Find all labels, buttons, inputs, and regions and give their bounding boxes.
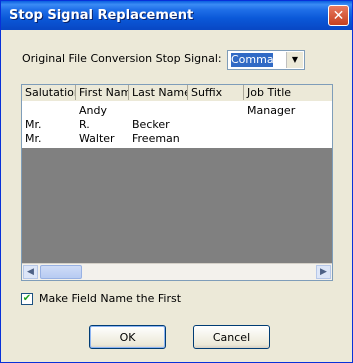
cell-job-title [244, 118, 332, 131]
chevron-left-icon: ◀ [27, 267, 34, 277]
dropdown-button[interactable]: ▼ [286, 52, 303, 68]
cell-first-name: Andy [79, 104, 107, 117]
cell-first-name: Walter [79, 132, 115, 145]
chevron-right-icon: ▶ [320, 267, 327, 277]
ok-button[interactable]: OK [89, 325, 166, 349]
column-header-salutation[interactable]: Salutation [22, 85, 76, 100]
stop-signal-dropdown[interactable]: Comma ▼ [227, 50, 305, 70]
column-header-last-name[interactable]: Last Name [129, 85, 188, 100]
cell-last-name [129, 104, 188, 117]
cell-suffix [188, 104, 244, 117]
close-icon: ✕ [332, 7, 345, 24]
cell-last-name: Becker [132, 118, 170, 131]
check-mark-icon: ✔ [22, 293, 32, 304]
scroll-left-button[interactable]: ◀ [23, 265, 38, 279]
scrollbar-thumb[interactable] [40, 265, 82, 279]
table-header: Salutation First Name Last Name Suffix J… [22, 85, 332, 102]
table-row[interactable]: Andy Manager [22, 104, 332, 117]
cell-suffix [188, 132, 244, 145]
cell-last-name: Freeman [132, 132, 180, 145]
cell-salutation: Mr. [25, 118, 42, 131]
title-bar[interactable]: Stop Signal Replacement ✕ [1, 1, 352, 30]
column-header-first-name[interactable]: First Name [76, 85, 129, 100]
column-header-suffix[interactable]: Suffix [188, 85, 244, 100]
cell-first-name: R. [79, 118, 90, 131]
cancel-button[interactable]: Cancel [193, 325, 270, 349]
cell-suffix [188, 118, 244, 131]
dialog-window: Stop Signal Replacement ✕ Original File … [0, 0, 353, 363]
cell-salutation: Mr. [25, 132, 42, 145]
chevron-down-icon: ▼ [291, 55, 299, 64]
table-rows: Andy Manager Mr. R. Becker Mr. Walter Fr… [22, 101, 332, 148]
make-field-name-first-checkbox[interactable]: ✔ [21, 293, 33, 305]
scroll-right-button[interactable]: ▶ [316, 265, 331, 279]
cell-salutation [22, 104, 76, 117]
column-header-job-title[interactable]: Job Title [244, 85, 332, 100]
cell-job-title: Manager [247, 104, 296, 117]
close-button[interactable]: ✕ [328, 5, 349, 26]
field-preview-table[interactable]: Salutation First Name Last Name Suffix J… [21, 84, 333, 281]
horizontal-scrollbar[interactable]: ◀ ▶ [22, 263, 332, 280]
stop-signal-selected-value: Comma [231, 53, 273, 67]
window-title: Stop Signal Replacement [9, 8, 194, 23]
make-field-name-first-label[interactable]: Make Field Name the First [39, 292, 181, 305]
cell-job-title [244, 132, 332, 145]
table-row[interactable]: Mr. Walter Freeman [22, 132, 332, 145]
table-row[interactable]: Mr. R. Becker [22, 118, 332, 131]
stop-signal-label: Original File Conversion Stop Signal: [22, 52, 222, 65]
